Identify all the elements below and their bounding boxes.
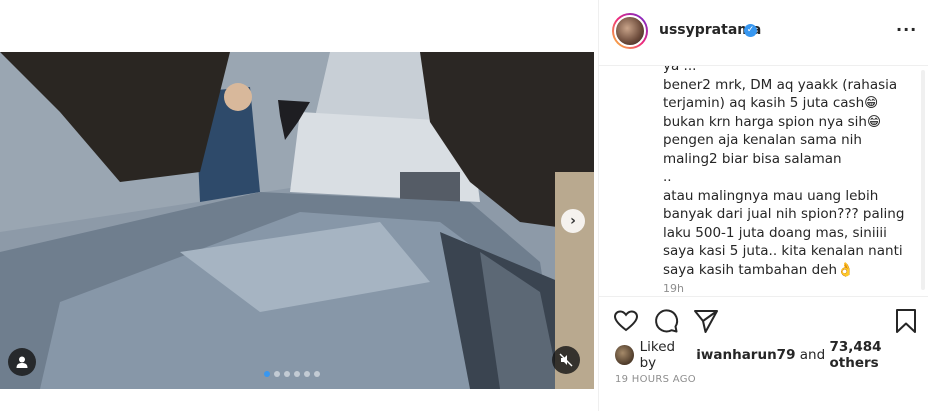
- carousel-dot: [284, 371, 290, 377]
- post-side-panel: ussypratama ✓ ··· ya ... bener2 mrk, DM …: [598, 0, 928, 411]
- next-media-button[interactable]: ›: [561, 209, 585, 233]
- avatar[interactable]: [612, 13, 648, 49]
- liked-and-label: and: [799, 347, 826, 363]
- liked-by-label: Liked by: [639, 339, 676, 371]
- mute-icon: [559, 353, 573, 367]
- caption-text: ya ... bener2 mrk, DM aq yaakk (rahasia …: [663, 66, 905, 278]
- mute-button[interactable]: [552, 346, 580, 374]
- share-icon[interactable]: [692, 307, 720, 335]
- user-tag-icon: [16, 356, 28, 368]
- likes-count-link[interactable]: 73,484 others: [829, 339, 928, 371]
- comment-icon[interactable]: [652, 307, 680, 335]
- verified-icon: ✓: [744, 24, 757, 37]
- heart-icon[interactable]: [612, 307, 640, 335]
- video-frame[interactable]: [0, 52, 594, 389]
- post-header: ussypratama ✓ ···: [599, 0, 928, 66]
- video-still: [0, 52, 594, 389]
- comments-scrollbar[interactable]: [921, 70, 925, 290]
- comments-area: ya ... bener2 mrk, DM aq yaakk (rahasia …: [599, 66, 928, 295]
- bookmark-icon[interactable]: [892, 307, 920, 335]
- post-timestamp[interactable]: 19 HOURS AGO: [615, 374, 696, 385]
- carousel-dot: [304, 371, 310, 377]
- carousel-dot: [264, 371, 270, 377]
- carousel-dot: [294, 371, 300, 377]
- carousel-dot: [274, 371, 280, 377]
- caption-timestamp[interactable]: 19h: [663, 282, 684, 295]
- likes-summary: Liked by iwanharun79 and 73,484 others: [615, 339, 928, 371]
- post-media: ›: [0, 0, 598, 411]
- carousel-dot: [314, 371, 320, 377]
- liked-user-link[interactable]: iwanharun79: [696, 347, 795, 363]
- liker-avatar[interactable]: [615, 345, 634, 365]
- user-tag-button[interactable]: [8, 348, 36, 376]
- chevron-right-icon: ›: [570, 213, 576, 229]
- carousel-indicator: [264, 371, 320, 377]
- action-bar: [599, 296, 928, 344]
- more-options-button[interactable]: ···: [896, 20, 917, 39]
